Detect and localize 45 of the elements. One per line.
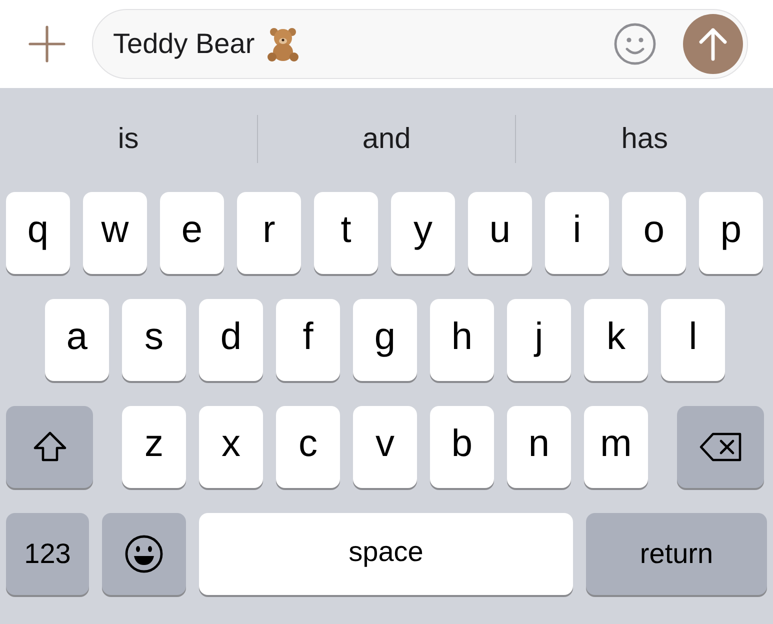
letter-key[interactable]: p [699, 192, 763, 274]
message-input[interactable]: Teddy Bear [113, 28, 255, 60]
word-suggestion[interactable]: and [362, 122, 411, 154]
letter-key[interactable]: g [353, 299, 417, 381]
numbers-key[interactable]: 123 [6, 513, 89, 595]
return-key[interactable]: return [586, 513, 767, 595]
letter-key[interactable]: l [661, 299, 725, 381]
letter-key[interactable]: x [199, 406, 263, 488]
letter-key[interactable]: y [391, 192, 455, 274]
letter-key[interactable]: s [122, 299, 186, 381]
letter-key[interactable]: t [314, 192, 378, 274]
letter-key[interactable]: e [160, 192, 224, 274]
letter-key[interactable]: j [507, 299, 571, 381]
letter-key[interactable]: v [353, 406, 417, 488]
plus-icon[interactable] [28, 25, 66, 63]
word-suggestion[interactable]: has [621, 122, 668, 154]
message-field[interactable]: Teddy Bear [92, 9, 748, 79]
letter-key[interactable]: c [276, 406, 340, 488]
letter-key[interactable]: k [584, 299, 648, 381]
delete-icon [698, 432, 742, 462]
letter-key[interactable]: i [545, 192, 609, 274]
letter-key[interactable]: a [45, 299, 109, 381]
teddy-bear-icon [264, 26, 301, 62]
emoji-key[interactable] [102, 513, 186, 595]
letter-key[interactable]: d [199, 299, 263, 381]
letter-key[interactable]: u [468, 192, 532, 274]
letter-key[interactable]: b [430, 406, 494, 488]
word-suggestion[interactable]: is [118, 122, 139, 154]
letter-key[interactable]: q [6, 192, 70, 274]
arrow-up-icon [698, 27, 728, 61]
smiley-icon [124, 534, 164, 574]
smiley-icon[interactable] [613, 22, 657, 66]
shift-key[interactable] [6, 406, 93, 488]
letter-key[interactable]: o [622, 192, 686, 274]
letter-key[interactable]: m [584, 406, 648, 488]
letter-key[interactable]: f [276, 299, 340, 381]
shift-icon [32, 431, 66, 463]
letter-key[interactable]: r [237, 192, 301, 274]
letter-key[interactable]: w [83, 192, 147, 274]
letter-key[interactable]: h [430, 299, 494, 381]
space-key[interactable]: space [199, 513, 573, 595]
letter-key[interactable]: n [507, 406, 571, 488]
send-button[interactable] [683, 14, 743, 74]
letter-key[interactable]: z [122, 406, 186, 488]
delete-key[interactable] [677, 406, 764, 488]
